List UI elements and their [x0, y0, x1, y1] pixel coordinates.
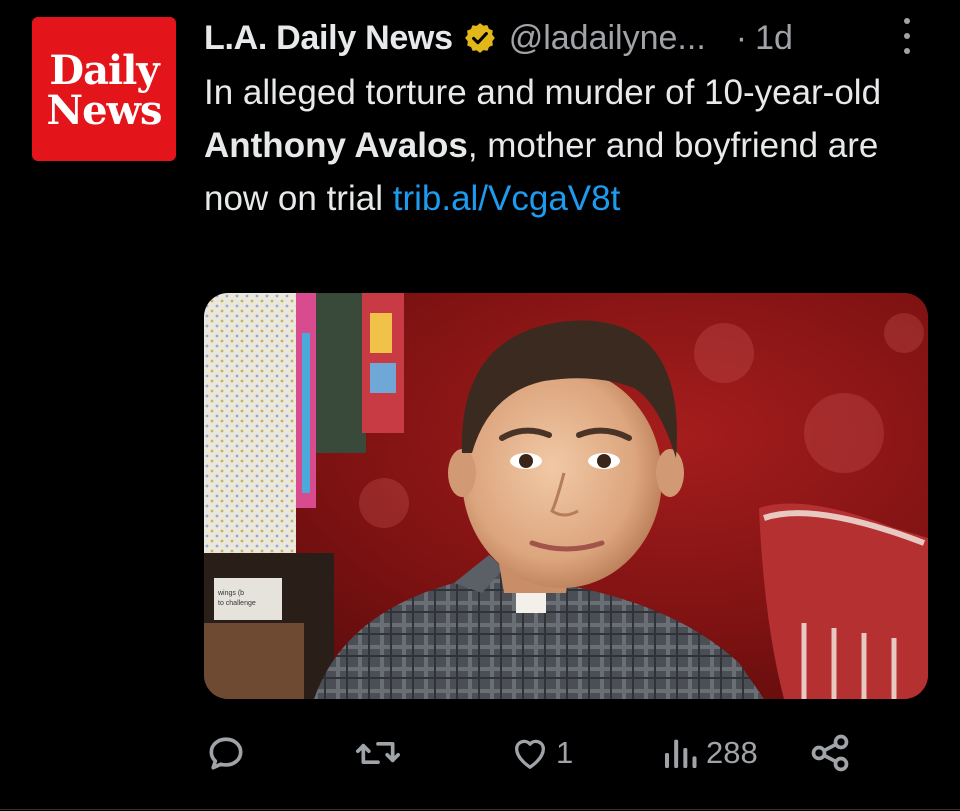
more-dot-middle: [904, 33, 910, 39]
author-name[interactable]: L.A. Daily News: [204, 19, 453, 58]
avatar[interactable]: Daily News: [32, 17, 176, 161]
more-dot-top: [904, 18, 910, 24]
heart-icon: [515, 739, 545, 769]
tweet[interactable]: Daily News L.A. Daily News @ladailyne...…: [0, 0, 960, 811]
views-count: 288: [706, 735, 758, 770]
tweet-media-photo[interactable]: wings (b to challenge: [204, 293, 928, 699]
tweet-timestamp[interactable]: 1d: [755, 19, 793, 58]
tweet-link[interactable]: trib.al/VcgaV8t: [393, 179, 621, 218]
tweet-text-name: Anthony Avalos: [204, 126, 468, 165]
like-button[interactable]: 1: [510, 728, 573, 778]
tweet-text-part1: In alleged torture and murder of 10-year…: [204, 73, 882, 112]
avatar-logo-line1: Daily: [49, 47, 159, 94]
reply-icon: [209, 737, 243, 770]
child-portrait-photo-illustration: wings (b to challenge: [204, 293, 928, 699]
tweet-actions: 1 288: [204, 728, 864, 778]
sign-text-line2: to challenge: [218, 600, 256, 607]
views-chart-icon: [665, 739, 697, 768]
more-options-icon[interactable]: [900, 18, 914, 54]
tweet-header: L.A. Daily News @ladailyne... · 1d: [204, 16, 934, 60]
verified-badge-icon[interactable]: [463, 21, 497, 55]
reply-button[interactable]: [204, 728, 254, 778]
share-button[interactable]: [808, 728, 852, 778]
avatar-logo-line2: News: [46, 87, 163, 134]
retweet-icon: [356, 742, 400, 764]
share-icon: [811, 734, 849, 772]
tweet-text: In alleged torture and murder of 10-year…: [204, 66, 884, 225]
separator-dot: ·: [735, 18, 748, 57]
like-count: 1: [556, 735, 574, 770]
divider: [0, 809, 960, 810]
retweet-button[interactable]: [354, 728, 408, 778]
author-handle[interactable]: @ladailyne...: [509, 19, 706, 58]
views-button[interactable]: 288: [660, 728, 758, 778]
sign-text-line1: wings (b: [217, 590, 244, 597]
more-dot-bottom: [904, 48, 910, 54]
